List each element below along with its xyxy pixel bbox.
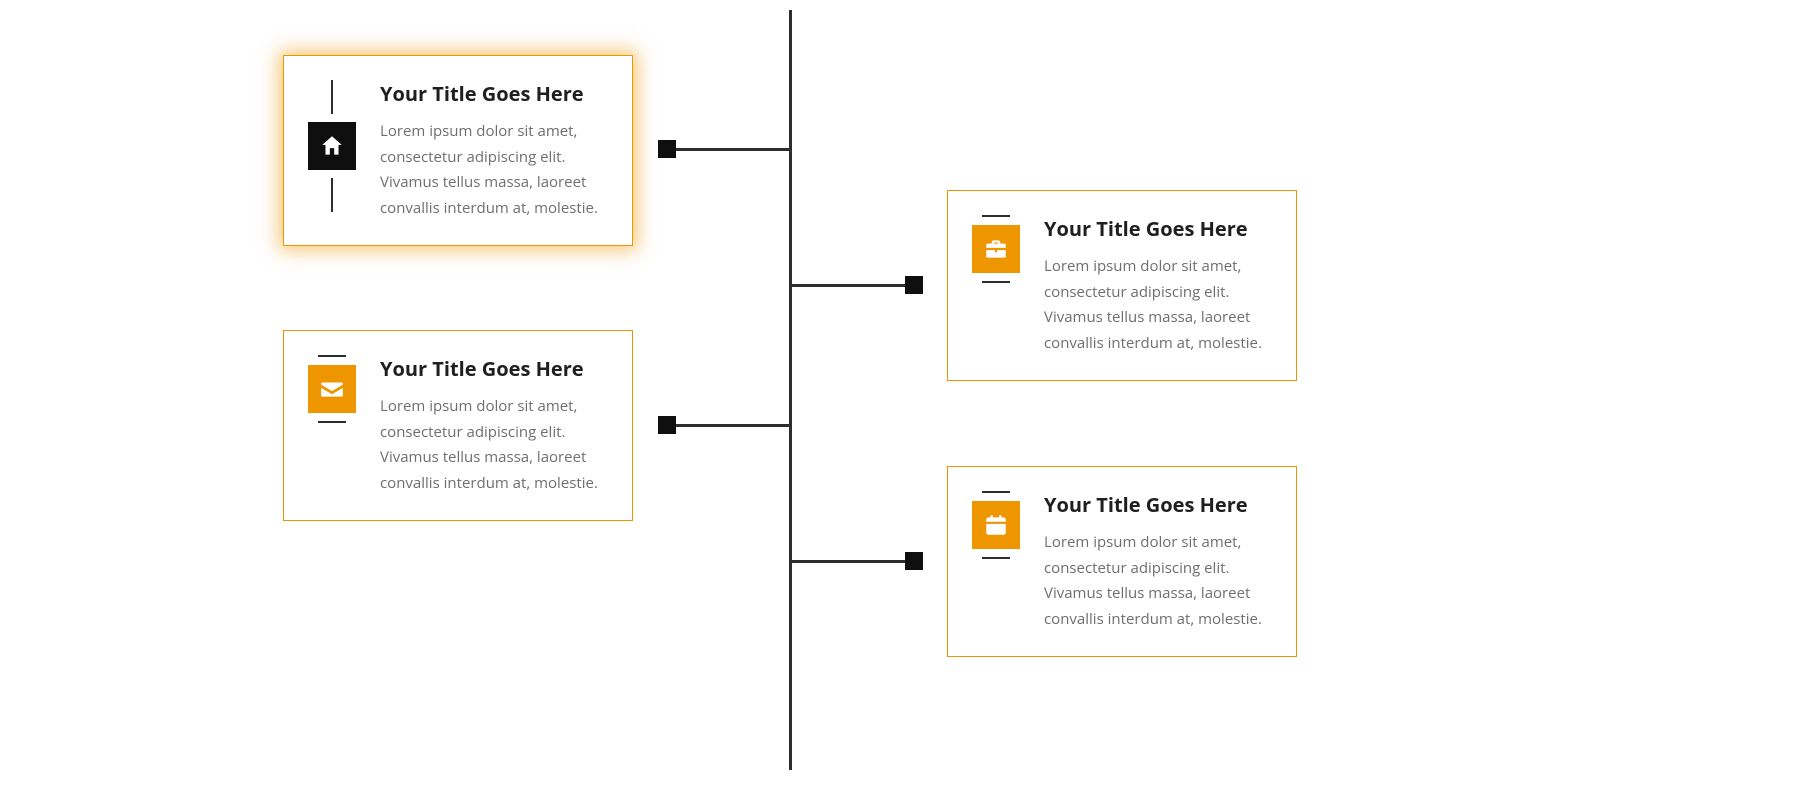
connector-node bbox=[658, 416, 676, 434]
card-content: Your Title Goes Here Lorem ipsum dolor s… bbox=[380, 80, 608, 221]
home-icon bbox=[308, 122, 356, 170]
icon-column bbox=[966, 491, 1026, 559]
card-body: Lorem ipsum dolor sit amet, consectetur … bbox=[1044, 530, 1272, 632]
tick-mark bbox=[318, 421, 346, 423]
tick-mark bbox=[982, 557, 1010, 559]
card-title: Your Title Goes Here bbox=[380, 80, 608, 107]
connector-node bbox=[905, 552, 923, 570]
timeline-axis bbox=[789, 10, 792, 770]
connector-node bbox=[658, 140, 676, 158]
tick-mark bbox=[982, 491, 1010, 493]
card-body: Lorem ipsum dolor sit amet, consectetur … bbox=[380, 119, 608, 221]
card-body: Lorem ipsum dolor sit amet, consectetur … bbox=[1044, 254, 1272, 356]
timeline-card: Your Title Goes Here Lorem ipsum dolor s… bbox=[283, 55, 633, 246]
tick-mark bbox=[331, 80, 333, 114]
timeline-card: Your Title Goes Here Lorem ipsum dolor s… bbox=[947, 466, 1297, 657]
connector-line bbox=[658, 148, 790, 151]
card-content: Your Title Goes Here Lorem ipsum dolor s… bbox=[1044, 215, 1272, 356]
tick-mark bbox=[318, 355, 346, 357]
connector-node bbox=[905, 276, 923, 294]
tick-mark bbox=[331, 178, 333, 212]
icon-column bbox=[302, 355, 362, 423]
connector-line bbox=[790, 560, 922, 563]
card-title: Your Title Goes Here bbox=[380, 355, 608, 382]
connector-line bbox=[790, 284, 922, 287]
briefcase-icon bbox=[972, 225, 1020, 273]
timeline-card: Your Title Goes Here Lorem ipsum dolor s… bbox=[947, 190, 1297, 381]
icon-column bbox=[302, 80, 362, 212]
card-title: Your Title Goes Here bbox=[1044, 215, 1272, 242]
card-content: Your Title Goes Here Lorem ipsum dolor s… bbox=[380, 355, 608, 496]
tick-mark bbox=[982, 281, 1010, 283]
mail-icon bbox=[308, 365, 356, 413]
tick-mark bbox=[982, 215, 1010, 217]
card-title: Your Title Goes Here bbox=[1044, 491, 1272, 518]
card-body: Lorem ipsum dolor sit amet, consectetur … bbox=[380, 394, 608, 496]
calendar-icon bbox=[972, 501, 1020, 549]
card-content: Your Title Goes Here Lorem ipsum dolor s… bbox=[1044, 491, 1272, 632]
icon-column bbox=[966, 215, 1026, 283]
connector-line bbox=[658, 424, 790, 427]
timeline-card: Your Title Goes Here Lorem ipsum dolor s… bbox=[283, 330, 633, 521]
